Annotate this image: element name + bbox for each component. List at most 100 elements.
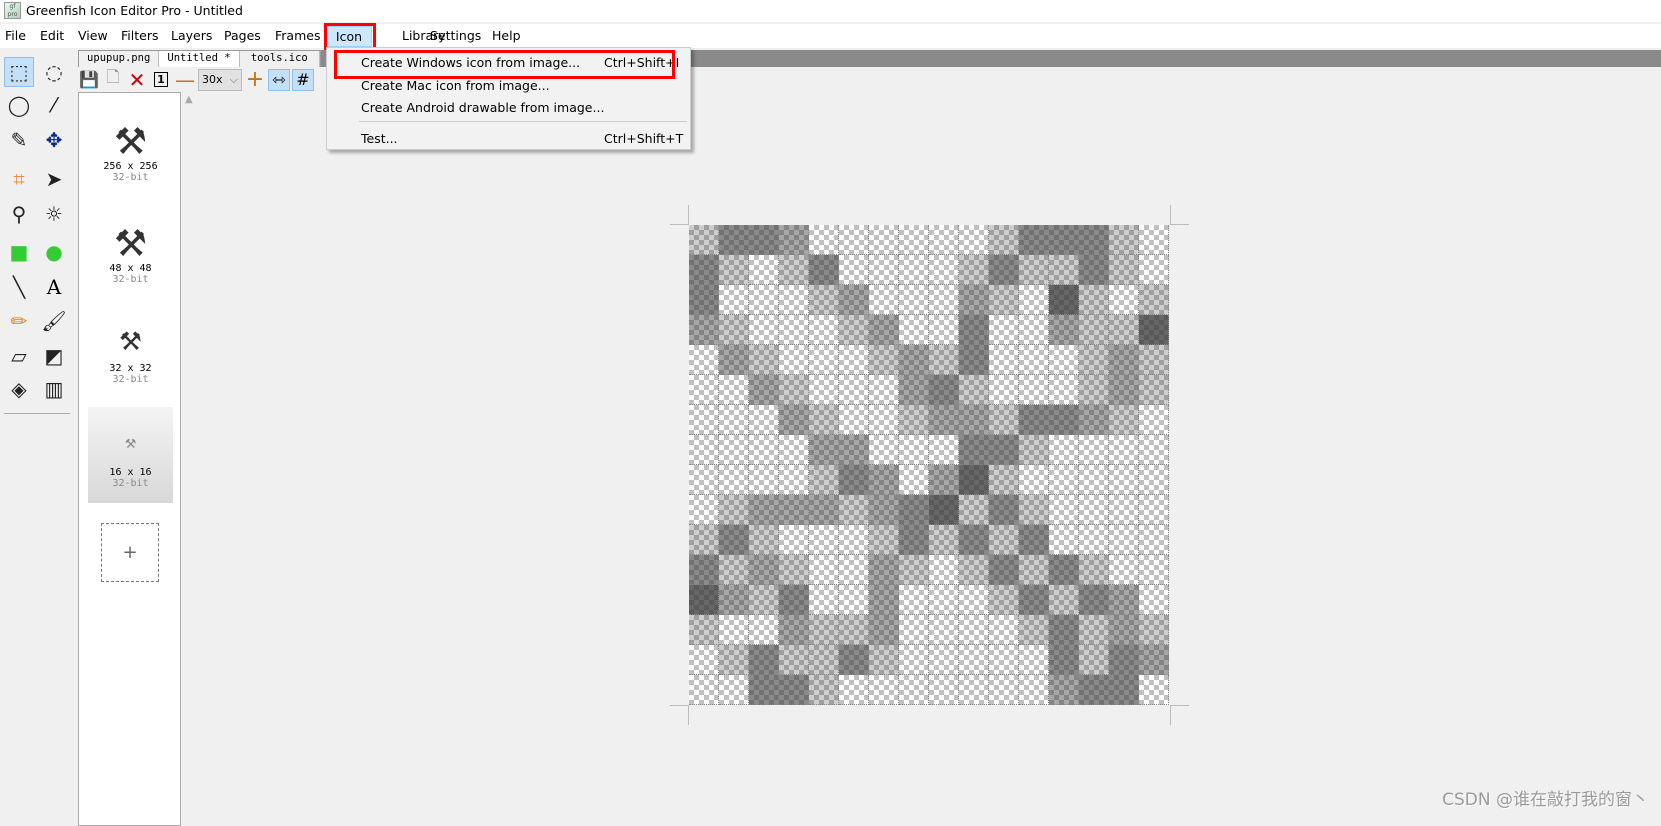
canvas-pixel[interactable] [1019,645,1049,675]
canvas-pixel[interactable] [719,405,749,435]
canvas-pixel[interactable] [719,315,749,345]
canvas-pixel[interactable] [869,405,899,435]
canvas-pixel[interactable] [719,525,749,555]
canvas-pixel[interactable] [899,405,929,435]
canvas-pixel[interactable] [689,585,719,615]
zoom-select[interactable]: 30x ⌵ [198,68,242,91]
canvas-pixel[interactable] [1139,585,1169,615]
canvas-pixel[interactable] [929,285,959,315]
canvas-pixel[interactable] [989,645,1019,675]
canvas-pixel[interactable] [839,315,869,345]
canvas-pixel[interactable] [959,585,989,615]
canvas-pixel[interactable] [1109,615,1139,645]
canvas-pixel[interactable] [809,465,839,495]
canvas-pixel[interactable] [899,675,929,705]
canvas-pixel[interactable] [899,555,929,585]
canvas-pixel[interactable] [1109,375,1139,405]
canvas-pixel[interactable] [869,525,899,555]
page-item[interactable]: ⚒ 32 x 32 32-bit [88,303,173,399]
canvas-pixel[interactable] [779,675,809,705]
canvas-pixel[interactable] [959,375,989,405]
canvas-pixel[interactable] [1049,255,1079,285]
canvas-pixel[interactable] [839,405,869,435]
add-page-button[interactable]: + [101,523,159,582]
canvas-pixel[interactable] [779,585,809,615]
canvas-pixel[interactable] [959,555,989,585]
fit-width-icon[interactable]: ⇿ [268,68,290,91]
canvas-pixel[interactable] [929,255,959,285]
canvas-pixel[interactable] [1019,375,1049,405]
canvas-pixel[interactable] [869,255,899,285]
canvas-pixel[interactable] [1109,555,1139,585]
canvas-pixel[interactable] [929,405,959,435]
canvas-pixel[interactable] [1139,285,1169,315]
canvas-pixel[interactable] [899,645,929,675]
canvas-pixel[interactable] [1019,585,1049,615]
canvas-pixel[interactable] [1049,405,1079,435]
canvas-pixel[interactable] [809,405,839,435]
canvas-pixel[interactable] [1049,495,1079,525]
canvas-pixel[interactable] [1139,525,1169,555]
canvas-pixel[interactable] [839,255,869,285]
menu-edit[interactable]: Edit [40,28,64,43]
canvas-pixel[interactable] [1019,285,1049,315]
canvas-pixel[interactable] [839,435,869,465]
new-page-icon[interactable]: 🗋 [102,67,124,91]
canvas-pixel[interactable] [959,495,989,525]
menu-pages[interactable]: Pages [224,28,261,43]
canvas-pixel[interactable] [719,345,749,375]
canvas-pixel[interactable] [749,255,779,285]
canvas-pixel[interactable] [1109,435,1139,465]
canvas-pixel[interactable] [689,525,719,555]
canvas-pixel[interactable] [779,315,809,345]
canvas-pixel[interactable] [929,225,959,255]
canvas-pixel[interactable] [929,315,959,345]
canvas-pixel[interactable] [899,345,929,375]
canvas-pixel[interactable] [719,255,749,285]
canvas-pixel[interactable] [1019,675,1049,705]
canvas-pixel[interactable] [1139,345,1169,375]
page-number-button[interactable]: 1 [150,69,172,91]
canvas-pixel[interactable] [839,585,869,615]
canvas-pixel[interactable] [689,375,719,405]
canvas-pixel[interactable] [1139,555,1169,585]
canvas-pixel[interactable] [749,645,779,675]
canvas-pixel[interactable] [749,375,779,405]
canvas-pixel[interactable] [1049,645,1079,675]
grid-icon[interactable]: # [292,68,314,91]
canvas-pixel[interactable] [899,495,929,525]
canvas-pixel[interactable] [779,615,809,645]
color-picker-tool-icon[interactable]: ⚲ [4,199,34,229]
canvas-pixel[interactable] [779,525,809,555]
canvas-pixel[interactable] [929,525,959,555]
canvas-pixel[interactable] [1109,675,1139,705]
canvas-pixel[interactable] [839,645,869,675]
page-item[interactable]: ⚒ 16 x 16 32-bit [88,407,173,503]
canvas-pixel[interactable] [839,375,869,405]
canvas-pixel[interactable] [839,285,869,315]
canvas-pixel[interactable] [869,225,899,255]
magic-wand-tool-icon[interactable]: ⁄ [39,90,69,120]
canvas-pixel[interactable] [1079,315,1109,345]
canvas-pixel[interactable] [869,375,899,405]
canvas-pixel[interactable] [1079,525,1109,555]
canvas-pixel[interactable] [959,345,989,375]
canvas-pixel[interactable] [749,315,779,345]
canvas-pixel[interactable] [1079,615,1109,645]
canvas-pixel[interactable] [689,555,719,585]
canvas-pixel[interactable] [899,435,929,465]
canvas-pixel[interactable] [959,225,989,255]
canvas-pixel[interactable] [779,645,809,675]
canvas-pixel[interactable] [749,585,779,615]
canvas-pixel[interactable] [689,645,719,675]
canvas-pixel[interactable] [989,315,1019,345]
canvas-pixel[interactable] [1109,525,1139,555]
canvas-pixel[interactable] [1079,435,1109,465]
menu-item[interactable]: Create Windows icon from image... Ctrl+Sh… [328,51,689,73]
canvas-pixel[interactable] [929,435,959,465]
canvas-pixel[interactable] [1019,615,1049,645]
canvas-pixel[interactable] [1109,495,1139,525]
zoom-in-icon[interactable]: + [244,67,266,92]
canvas-pixel[interactable] [779,495,809,525]
canvas-pixel[interactable] [959,435,989,465]
